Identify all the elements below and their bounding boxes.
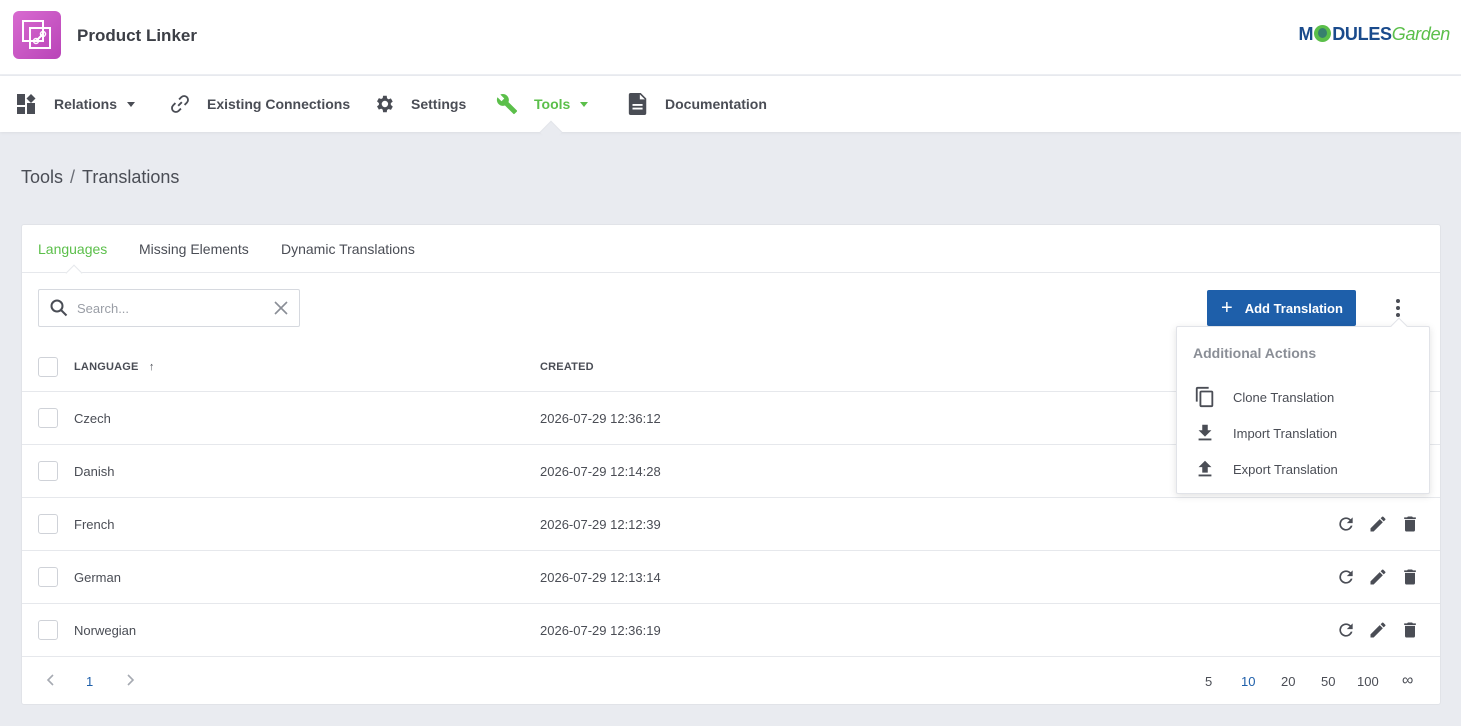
created-cell: 2026-07-29 12:13:14 [540, 570, 661, 585]
add-translation-button[interactable]: + Add Translation [1207, 290, 1356, 326]
page-size-20[interactable]: 20 [1281, 674, 1295, 689]
breadcrumb: Tools / Translations [21, 167, 180, 187]
link-icon [169, 93, 191, 115]
created-cell: 2026-07-29 12:36:19 [540, 623, 661, 638]
table-row: German 2026-07-29 12:13:14 [22, 551, 1440, 604]
edit-icon[interactable] [1367, 513, 1389, 535]
row-checkbox[interactable] [38, 514, 58, 534]
nav-tools[interactable]: Tools [496, 76, 589, 132]
column-created[interactable]: Created [540, 361, 594, 373]
copy-icon [1193, 385, 1217, 409]
refresh-icon[interactable] [1335, 566, 1357, 588]
page-size-50[interactable]: 50 [1321, 674, 1335, 689]
nav-existing-connections[interactable]: Existing Connections [169, 76, 350, 132]
main-nav: Relations Existing Connections Settings … [0, 76, 1461, 132]
row-checkbox[interactable] [38, 620, 58, 640]
tab-languages[interactable]: Languages [38, 241, 107, 257]
more-actions-icon[interactable] [1388, 298, 1408, 318]
created-cell: 2026-07-29 12:36:12 [540, 411, 661, 426]
tab-dynamic-translations[interactable]: Dynamic Translations [281, 241, 415, 257]
document-icon [627, 93, 649, 115]
refresh-icon[interactable] [1335, 513, 1357, 535]
trash-icon[interactable] [1399, 566, 1421, 588]
breadcrumb-parent[interactable]: Tools [21, 167, 63, 187]
breadcrumb-current: Translations [82, 167, 180, 187]
dashboard-icon [16, 93, 38, 115]
nav-documentation[interactable]: Documentation [627, 76, 767, 132]
search-box [38, 289, 300, 327]
refresh-icon[interactable] [1335, 619, 1357, 641]
menu-title: Additional Actions [1193, 345, 1317, 361]
trash-icon[interactable] [1399, 513, 1421, 535]
wrench-icon [496, 93, 518, 115]
pagination: 1 5 10 20 50 100 ∞ [22, 658, 1440, 706]
column-language[interactable]: Language ↑ [74, 361, 155, 373]
import-translation-item[interactable]: Import Translation [1193, 421, 1337, 445]
language-cell: French [74, 517, 115, 532]
language-cell: German [74, 570, 121, 585]
chevron-left-icon[interactable] [44, 673, 58, 690]
row-actions [1335, 619, 1421, 641]
modulesgarden-logo[interactable]: M DULESGarden [1299, 24, 1451, 45]
edit-icon[interactable] [1367, 566, 1389, 588]
row-checkbox[interactable] [38, 567, 58, 587]
row-actions [1335, 566, 1421, 588]
table-row: French 2026-07-29 12:12:39 [22, 498, 1440, 551]
tabs-bar: Languages Missing Elements Dynamic Trans… [22, 225, 1440, 273]
gear-icon [373, 93, 395, 115]
top-bar: Product Linker M DULESGarden [0, 0, 1461, 75]
tab-missing-elements[interactable]: Missing Elements [139, 241, 249, 257]
nav-settings[interactable]: Settings [373, 76, 466, 132]
created-cell: 2026-07-29 12:14:28 [540, 464, 661, 479]
chevron-down-icon [127, 101, 136, 107]
plus-icon: + [1221, 297, 1233, 319]
additional-actions-menu: Additional Actions Clone Translation Imp… [1176, 326, 1430, 494]
export-translation-item[interactable]: Export Translation [1193, 457, 1338, 481]
language-cell: Norwegian [74, 623, 137, 638]
app-title: Product Linker [77, 26, 197, 45]
chevron-down-icon [580, 101, 589, 107]
search-input[interactable] [77, 298, 267, 318]
language-cell: Danish [74, 464, 115, 479]
chevron-right-icon[interactable] [123, 673, 137, 690]
sort-asc-icon: ↑ [148, 361, 155, 373]
page-size-100[interactable]: 100 [1357, 674, 1379, 689]
search-icon [50, 299, 68, 320]
row-checkbox[interactable] [38, 408, 58, 428]
globe-icon [1314, 25, 1332, 42]
row-checkbox[interactable] [38, 461, 58, 481]
row-actions [1335, 513, 1421, 535]
clear-search-icon[interactable] [274, 301, 288, 318]
page-size-10[interactable]: 10 [1241, 674, 1255, 689]
upload-icon [1193, 457, 1217, 481]
created-cell: 2026-07-29 12:12:39 [540, 517, 661, 532]
product-linker-logo [13, 11, 61, 59]
language-cell: Czech [74, 411, 111, 426]
nav-relations[interactable]: Relations [16, 76, 136, 132]
select-all-checkbox[interactable] [38, 357, 58, 377]
table-row: Norwegian 2026-07-29 12:36:19 [22, 604, 1440, 657]
clone-translation-item[interactable]: Clone Translation [1193, 385, 1334, 409]
download-icon [1193, 421, 1217, 445]
edit-icon[interactable] [1367, 619, 1389, 641]
page-size-5[interactable]: 5 [1205, 674, 1212, 689]
page-size-all[interactable]: ∞ [1402, 672, 1413, 690]
page-number[interactable]: 1 [86, 674, 93, 689]
trash-icon[interactable] [1399, 619, 1421, 641]
